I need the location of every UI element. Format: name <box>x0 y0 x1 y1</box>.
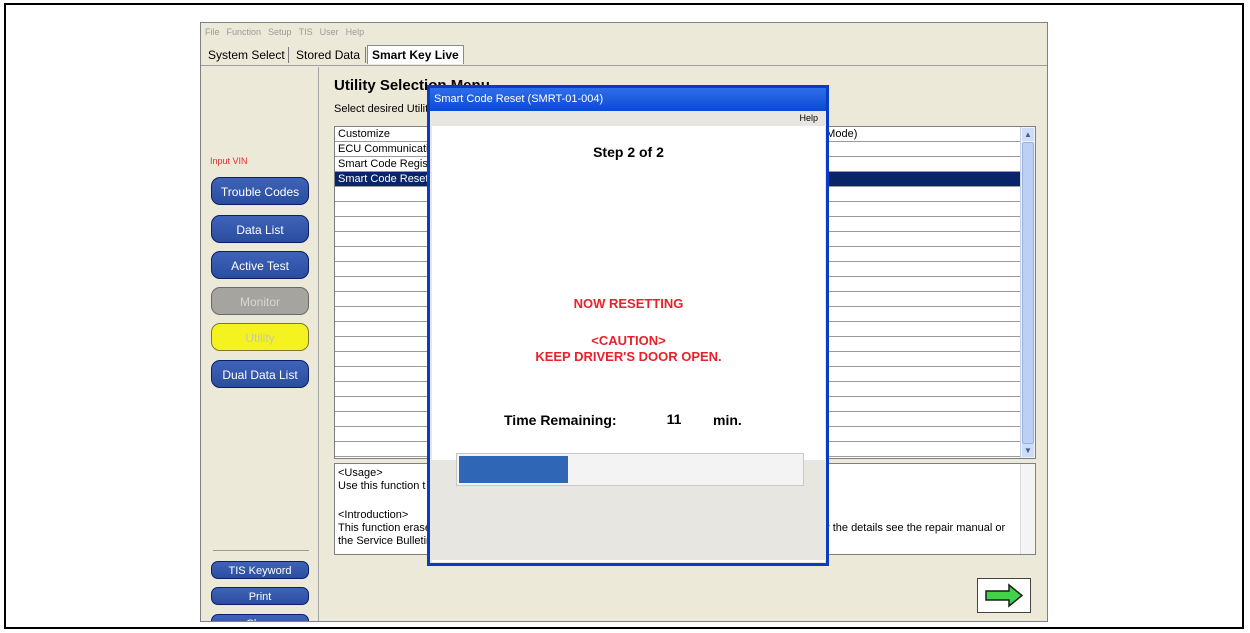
tis-keyword-button[interactable]: TIS Keyword <box>211 561 309 579</box>
scroll-down-icon[interactable]: ▼ <box>1022 444 1034 457</box>
tab-stored-data[interactable]: Stored Data <box>292 46 364 64</box>
dialog-title: Smart Code Reset (SMRT-01-004) <box>430 88 826 111</box>
tab-bar: System Select Stored Data Smart Key Live <box>201 43 1047 66</box>
right-arrow-icon <box>985 583 1024 608</box>
data-list-button[interactable]: Data List <box>211 215 309 243</box>
next-arrow-button[interactable] <box>977 578 1031 613</box>
close-button[interactable]: Close <box>211 614 309 621</box>
dual-data-list-button[interactable]: Dual Data List <box>211 360 309 388</box>
intro-text: This function erase <box>338 522 431 534</box>
status-text: NOW RESETTING <box>573 296 684 311</box>
menu-bar: File Function Setup TIS User Help <box>201 23 1047 41</box>
intro-text-2: the Service Bulletin <box>338 535 433 547</box>
smart-code-reset-dialog: Smart Code Reset (SMRT-01-004) Help Step… <box>427 85 829 566</box>
intro-heading: <Introduction> <box>338 509 409 521</box>
menu-help[interactable]: Help <box>342 23 368 37</box>
list-scrollbar[interactable]: ▲ ▼ <box>1020 127 1035 458</box>
menu-function[interactable]: Function <box>223 23 265 37</box>
active-test-button[interactable]: Active Test <box>211 251 309 279</box>
caution-heading: <CAUTION> <box>591 333 666 348</box>
input-vin-link[interactable]: Input VIN <box>210 156 248 166</box>
usage-text: Use this function t <box>338 480 426 492</box>
step-indicator: Step 2 of 2 <box>593 144 664 160</box>
page-subtitle: Select desired Utilit <box>334 103 429 115</box>
scroll-up-icon[interactable]: ▲ <box>1022 128 1034 141</box>
intro-text-right: r the details see the repair manual or <box>826 522 1006 534</box>
menu-user[interactable]: User <box>316 23 342 37</box>
trouble-codes-button[interactable]: Trouble Codes <box>211 177 309 205</box>
list-item-label: Customize <box>338 128 390 140</box>
tab-smart-key-live[interactable]: Smart Key Live <box>367 45 464 64</box>
tab-system-select[interactable]: System Select <box>204 46 289 64</box>
dialog-content: Step 2 of 2 NOW RESETTING <CAUTION> KEEP… <box>432 126 825 562</box>
time-remaining-label: Time Remaining: <box>504 412 617 428</box>
tab-separator <box>288 47 289 63</box>
progress-fill <box>459 456 568 483</box>
caution-text: KEEP DRIVER'S DOOR OPEN. <box>535 349 722 364</box>
print-button[interactable]: Print <box>211 587 309 605</box>
menu-tis[interactable]: TIS <box>295 23 316 37</box>
time-remaining-unit: min. <box>713 412 742 428</box>
dialog-help-menu[interactable]: Help <box>799 113 818 123</box>
time-remaining-value: 11 <box>646 394 702 444</box>
sidebar: Input VIN Trouble Codes Data List Active… <box>201 67 319 621</box>
menu-file[interactable]: File <box>201 23 223 37</box>
scroll-thumb[interactable] <box>1022 142 1034 444</box>
monitor-button[interactable]: Monitor <box>211 287 309 315</box>
utility-button[interactable]: Utility <box>211 323 309 351</box>
sidebar-divider <box>213 550 309 551</box>
reset-progress-bar <box>456 453 804 486</box>
tab-separator <box>365 47 366 63</box>
description-scrollbar[interactable] <box>1020 464 1035 554</box>
menu-setup[interactable]: Setup <box>264 23 295 37</box>
usage-heading: <Usage> <box>338 467 383 479</box>
